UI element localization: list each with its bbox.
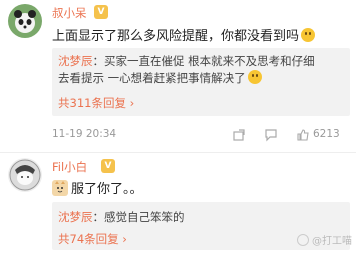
- username[interactable]: 叔小呆: [52, 5, 87, 21]
- comment-1: 叔小呆 V 上面显示了那么多风险提醒，你都没看到吗 沈梦辰：买家一直在催促 根本…: [0, 0, 356, 150]
- reply-username[interactable]: 沈梦辰: [58, 54, 93, 68]
- comment-text: 上面显示了那么多风险提醒，你都没看到吗: [52, 25, 316, 44]
- like-icon[interactable]: [296, 127, 310, 141]
- watermark: @打工喵: [297, 232, 352, 247]
- weibo-logo-icon: [297, 233, 309, 246]
- reply-count-link[interactable]: 共74条回复 ›: [58, 231, 127, 247]
- share-icon[interactable]: [232, 127, 246, 141]
- reply-line-1: 沈梦辰：买家一直在催促 根本就来不及思考和仔细: [58, 54, 315, 68]
- smile-emoji-icon: [301, 28, 316, 42]
- comment-icon[interactable]: [264, 127, 278, 142]
- comment-time: 11-19 20:34: [52, 128, 117, 140]
- username[interactable]: Fil小白: [52, 159, 87, 175]
- avatar[interactable]: [8, 4, 42, 38]
- reply-line-2: 去看提示 一心想着赶紧把事情解决了: [58, 70, 262, 86]
- reply-username[interactable]: 沈梦辰: [58, 210, 93, 224]
- vip-badge-icon: V: [94, 5, 108, 19]
- reply-line-1: 沈梦辰：感觉自己笨笨的: [58, 210, 185, 224]
- smile-emoji-icon: [247, 70, 262, 84]
- comment-text: 服了你了。。: [52, 178, 143, 197]
- vip-badge-icon: V: [101, 159, 115, 173]
- cat-emoji-icon: [52, 180, 68, 196]
- reply-count-link[interactable]: 共311条回复 ›: [58, 95, 134, 111]
- avatar[interactable]: [8, 158, 42, 192]
- like-count: 6213: [313, 128, 340, 140]
